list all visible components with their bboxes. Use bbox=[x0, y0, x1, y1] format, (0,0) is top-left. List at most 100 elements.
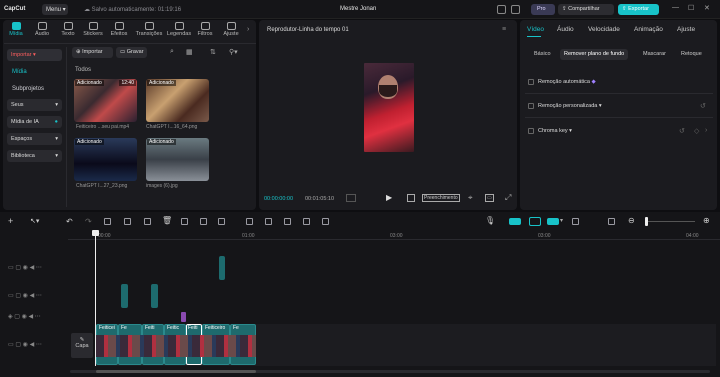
linkage-icon[interactable] bbox=[529, 217, 541, 226]
sidebar-item-yours[interactable]: Seus ▾ bbox=[7, 99, 62, 111]
subtab-mask[interactable]: Mascarar bbox=[639, 49, 670, 60]
preview-axis-icon[interactable] bbox=[572, 218, 579, 225]
tool-media[interactable]: Mídia bbox=[5, 22, 27, 37]
pro-button[interactable]: Pro bbox=[531, 4, 555, 15]
tab-adjust[interactable]: Ajuste bbox=[677, 26, 695, 33]
frame-icon[interactable] bbox=[303, 218, 310, 225]
sidebar-item-ai-media[interactable]: Mídia de IA ● bbox=[7, 116, 62, 128]
sort-icon[interactable]: ⇅ bbox=[210, 48, 216, 56]
tool-filters[interactable]: Filtros bbox=[194, 22, 216, 37]
zoom-slider-handle[interactable] bbox=[645, 217, 648, 226]
import-button[interactable]: ⊕ Importar bbox=[72, 47, 113, 58]
reset-icon[interactable]: ↺ bbox=[700, 102, 706, 110]
tab-underline bbox=[527, 36, 541, 37]
media-item[interactable]: Adicionado bbox=[146, 79, 209, 122]
record-button[interactable]: ▭ Gravar bbox=[116, 47, 147, 58]
timeline-mode-icon[interactable] bbox=[608, 218, 615, 225]
tab-speed[interactable]: Velocidade bbox=[588, 26, 620, 33]
share-button[interactable]: ⇪ Compartilhar bbox=[558, 4, 614, 15]
auto-removal-checkbox[interactable] bbox=[528, 79, 534, 85]
crop-icon[interactable] bbox=[407, 194, 415, 202]
shield-icon[interactable] bbox=[181, 218, 188, 225]
scrollbar-thumb[interactable] bbox=[96, 370, 256, 373]
chevron-right-icon[interactable]: › bbox=[705, 127, 707, 134]
tool-effects[interactable]: Efeitos bbox=[108, 22, 130, 37]
effect-clip[interactable] bbox=[181, 312, 186, 322]
media-item[interactable]: Adicionado bbox=[74, 138, 137, 181]
sidebar-item-media[interactable]: Mídia bbox=[12, 69, 27, 75]
media-item[interactable]: Adicionado 12:40 bbox=[74, 79, 137, 122]
timecode-icon[interactable] bbox=[346, 194, 356, 202]
rotate-icon[interactable] bbox=[284, 218, 291, 225]
delete-icon[interactable]: 🗑 bbox=[162, 216, 172, 225]
filter-icon[interactable]: ⚲▾ bbox=[229, 48, 238, 56]
fullscreen-icon[interactable]: ⤢ bbox=[505, 193, 511, 203]
fill-mode-button[interactable]: Preenchimento bbox=[422, 194, 460, 202]
search-icon[interactable]: ⌕ bbox=[170, 48, 174, 56]
ai-tool-icon[interactable] bbox=[322, 218, 329, 225]
tab-audio[interactable]: Áudio bbox=[557, 26, 574, 33]
shortcuts-icon[interactable] bbox=[511, 5, 520, 14]
split-icon[interactable] bbox=[104, 218, 111, 225]
tool-adjust[interactable]: Ajuste bbox=[220, 22, 242, 37]
player-menu-icon[interactable]: ≡ bbox=[502, 26, 506, 33]
preview-frame[interactable] bbox=[364, 63, 414, 152]
chevron-down-icon[interactable]: ▾ bbox=[560, 217, 563, 224]
tool-text[interactable]: Texto bbox=[57, 22, 79, 37]
reset-icon[interactable]: ↺ bbox=[679, 127, 685, 135]
tool-transitions[interactable]: Transições bbox=[135, 22, 163, 37]
tool-captions[interactable]: Legendas bbox=[166, 22, 192, 37]
play-icon[interactable]: ▶ bbox=[386, 193, 392, 202]
sidebar-import[interactable]: Importar ▾ bbox=[7, 49, 62, 61]
mic-icon[interactable]: 🎙 bbox=[485, 216, 495, 225]
chevron-right-icon[interactable]: › bbox=[247, 26, 249, 33]
ratio-icon[interactable]: ▭ bbox=[485, 194, 494, 202]
mirror-icon[interactable] bbox=[218, 218, 225, 225]
tool-stickers[interactable]: Stickers bbox=[82, 22, 104, 37]
minimize-icon[interactable]: — bbox=[672, 4, 679, 11]
menu-button[interactable]: Menu ▾ bbox=[42, 4, 68, 15]
sidebar-item-spaces[interactable]: Espaços ▾ bbox=[7, 133, 62, 145]
cover-button[interactable]: ✎ Capa bbox=[71, 333, 93, 358]
sidebar-item-subprojects[interactable]: Subprojetos bbox=[12, 86, 44, 92]
project-title[interactable]: Mestre Jonan bbox=[340, 6, 376, 12]
crop-tool-icon[interactable] bbox=[200, 218, 207, 225]
subtab-basic[interactable]: Básico bbox=[530, 49, 555, 60]
select-tool-icon[interactable]: ↖▾ bbox=[30, 217, 39, 225]
overlay-clip[interactable] bbox=[151, 284, 158, 308]
subtab-remove-bg[interactable]: Remover plano de fundo bbox=[560, 49, 629, 60]
chroma-key-checkbox[interactable] bbox=[528, 128, 534, 134]
redo-icon[interactable]: ↷ bbox=[85, 217, 92, 226]
custom-removal-checkbox[interactable] bbox=[528, 103, 534, 109]
snap-icon[interactable] bbox=[547, 218, 559, 225]
grid-view-icon[interactable]: ▦ bbox=[186, 48, 193, 56]
overlay-clip[interactable] bbox=[219, 256, 225, 280]
tab-animation[interactable]: Animação bbox=[634, 26, 663, 33]
split-right-icon[interactable] bbox=[144, 218, 151, 225]
zoom-slider[interactable] bbox=[647, 221, 695, 222]
app-logo: CapCut bbox=[4, 6, 26, 12]
add-track-icon[interactable]: + bbox=[8, 216, 13, 226]
clip-label: Fe bbox=[233, 325, 239, 331]
overlay-clip[interactable] bbox=[121, 284, 128, 308]
freeze-icon[interactable] bbox=[246, 218, 253, 225]
tool-audio[interactable]: Áudio bbox=[31, 22, 53, 37]
magnet-link-icon[interactable] bbox=[509, 218, 521, 225]
media-item[interactable]: Adicionado bbox=[146, 138, 209, 181]
focus-icon[interactable]: ⌖ bbox=[468, 193, 473, 203]
playhead-handle[interactable] bbox=[92, 230, 99, 236]
export-button[interactable]: ⇧ Exportar bbox=[618, 4, 659, 15]
subtab-retouch[interactable]: Retoque bbox=[677, 49, 706, 60]
layout-icon[interactable] bbox=[497, 5, 506, 14]
diamond-icon[interactable]: ◇ bbox=[694, 127, 699, 135]
undo-icon[interactable]: ↶ bbox=[66, 217, 73, 226]
zoom-in-icon[interactable]: ⊕ bbox=[703, 216, 710, 225]
close-icon[interactable]: ✕ bbox=[704, 4, 710, 12]
filter-all[interactable]: Todos bbox=[75, 67, 91, 73]
reverse-icon[interactable] bbox=[265, 218, 272, 225]
zoom-out-icon[interactable]: ⊖ bbox=[628, 216, 635, 225]
tab-video[interactable]: Vídeo bbox=[527, 26, 544, 33]
maximize-icon[interactable]: ☐ bbox=[688, 4, 694, 12]
split-left-icon[interactable] bbox=[124, 218, 131, 225]
sidebar-item-library[interactable]: Biblioteca ▾ bbox=[7, 150, 62, 162]
